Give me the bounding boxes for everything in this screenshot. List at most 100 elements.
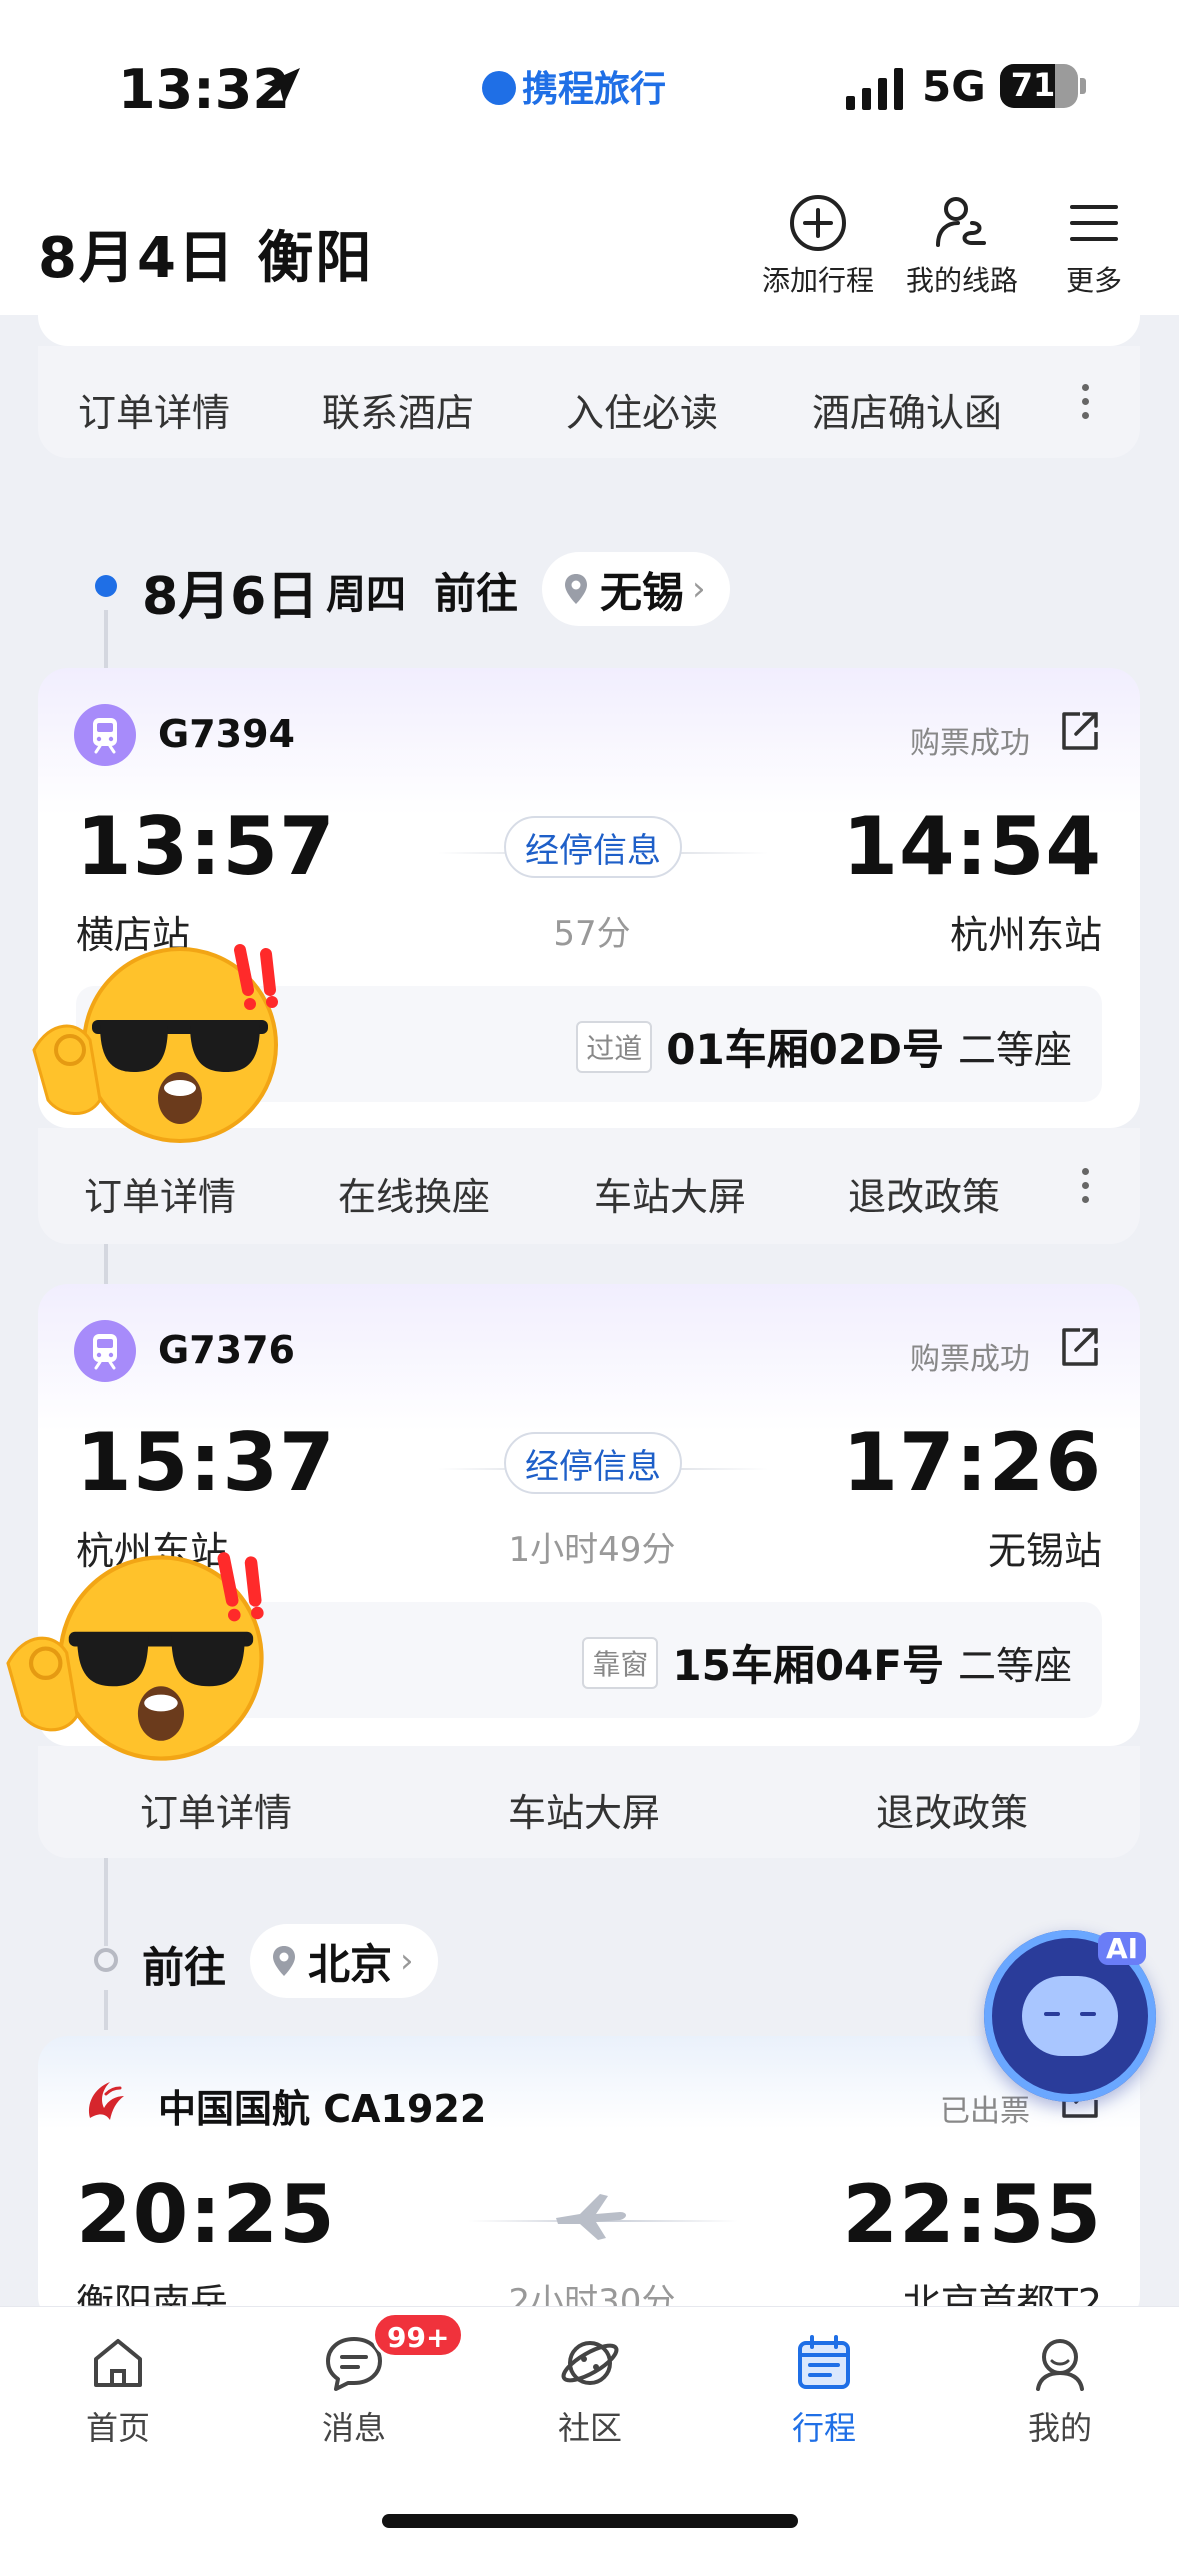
station-screen[interactable]: 车站大屏 — [594, 1166, 746, 1221]
tab-label: 社区 — [557, 2409, 622, 2447]
arrival-station: 无锡站 — [987, 1529, 1102, 1573]
network-type: 5G — [922, 62, 986, 111]
destination-pill-wuxi[interactable]: 无锡 › — [542, 552, 730, 626]
timeline-line — [104, 610, 108, 670]
brand-name: 携程旅行 — [522, 69, 667, 110]
hotel-actions-bar: 订单详情 联系酒店 入住必读 酒店确认函 — [38, 346, 1140, 458]
hotel-card-bottom — [38, 300, 1140, 346]
ticket-status: 购票成功 — [910, 1342, 1030, 1377]
share-icon[interactable] — [1056, 1324, 1102, 1370]
refund-policy[interactable]: 退改政策 — [876, 1782, 1028, 1837]
airplane-icon — [556, 2194, 626, 2240]
add-trip-button[interactable]: 添加行程 — [748, 193, 888, 299]
location-pin-icon — [273, 1946, 295, 1976]
battery-cap — [1080, 78, 1086, 94]
my-routes-button[interactable]: 我的线路 — [892, 193, 1032, 299]
day-goto: 前往 — [434, 569, 519, 618]
timeline-dot-active — [95, 575, 117, 597]
stops-info-button[interactable]: 经停信息 — [504, 816, 682, 878]
location-pin-icon — [565, 574, 587, 604]
tab-home[interactable]: 首页 — [48, 2331, 188, 2449]
train-order-detail[interactable]: 订单详情 — [140, 1782, 292, 1837]
train-number: G7376 — [158, 1328, 295, 1372]
train-number: G7394 — [158, 712, 295, 756]
route-person-icon — [936, 197, 986, 247]
seat-class: 二等座 — [957, 1644, 1072, 1688]
destination-pill-beijing[interactable]: 北京 › — [250, 1924, 438, 1998]
contact-hotel[interactable]: 联系酒店 — [322, 382, 474, 437]
unread-badge: 99+ — [372, 2312, 465, 2358]
share-icon[interactable] — [1056, 708, 1102, 754]
add-trip-label: 添加行程 — [761, 264, 874, 297]
brand-mark-icon — [482, 71, 516, 105]
seat-class: 二等座 — [957, 1028, 1072, 1072]
status-bar: 13:32 携程旅行 5G 71 — [0, 0, 1179, 165]
planet-icon — [561, 2341, 619, 2385]
day-goto: 前往 — [142, 1943, 227, 1992]
departure-time: 20:25 — [76, 2168, 336, 2261]
more-dots-icon[interactable] — [1082, 1168, 1090, 1204]
day-weekday: 周四 — [326, 572, 406, 618]
destination-city: 北京 — [308, 1939, 393, 1989]
refund-policy[interactable]: 退改政策 — [848, 1166, 1000, 1221]
header: 8月4日 衡阳 添加行程 我的线路 更多 — [0, 165, 1179, 315]
battery-level: 71 — [1010, 66, 1056, 104]
change-seat-online[interactable]: 在线换座 — [338, 1166, 490, 1221]
seat-position-tag: 靠窗 — [582, 1636, 659, 1689]
seat-position-tag: 过道 — [576, 1020, 653, 1073]
signal-icon — [846, 68, 903, 110]
arrival-station: 杭州东站 — [949, 913, 1102, 957]
air-china-logo-icon — [88, 2082, 124, 2120]
arrival-time: 17:26 — [842, 1416, 1102, 1509]
ticket-status: 已出票 — [940, 2094, 1030, 2129]
destination-city: 无锡 — [600, 567, 685, 617]
home-indicator — [382, 2514, 798, 2528]
flight-number: 中国国航 CA1922 — [158, 2087, 487, 2131]
hotel-confirmation[interactable]: 酒店确认函 — [812, 382, 1002, 437]
timeline-line — [104, 1856, 108, 1946]
more-label: 更多 — [1065, 264, 1122, 297]
train-order-detail[interactable]: 订单详情 — [84, 1166, 236, 1221]
seat-number: 01车厢02D号 — [666, 1025, 944, 1074]
my-routes-label: 我的线路 — [905, 264, 1018, 297]
seat-number: 15车厢04F号 — [672, 1641, 944, 1690]
arrival-time: 14:54 — [842, 800, 1102, 893]
sunglasses-emoji-sticker — [6, 1552, 264, 1761]
flight-card[interactable]: 中国国航 CA1922 已出票 20:25 22:55 衡阳南岳 北京首都T2 … — [38, 2036, 1140, 2326]
tab-profile[interactable]: 我的 — [990, 2331, 1130, 2449]
more-dots-icon[interactable] — [1082, 384, 1090, 420]
tab-itinerary[interactable]: 行程 — [754, 2331, 894, 2449]
train-icon — [74, 1320, 136, 1382]
hotel-order-detail[interactable]: 订单详情 — [78, 382, 230, 437]
ticket-status: 购票成功 — [910, 726, 1030, 761]
brand-logo: 携程旅行 — [482, 60, 666, 112]
tab-label: 首页 — [85, 2409, 150, 2447]
chevron-right-icon: › — [692, 569, 706, 609]
location-arrow-icon — [264, 68, 300, 104]
more-button[interactable]: 更多 — [1026, 193, 1162, 299]
arrival-time: 22:55 — [842, 2168, 1102, 2261]
tab-community[interactable]: 社区 — [520, 2331, 660, 2449]
battery-icon: 71 — [1000, 64, 1078, 108]
timeline-line — [104, 1240, 108, 1286]
day-date: 8月6日 — [142, 567, 319, 627]
checkin-notice[interactable]: 入住必读 — [566, 382, 718, 437]
timeline-line — [104, 1990, 108, 2030]
tab-label: 我的 — [1027, 2409, 1092, 2447]
robot-eyes-icon — [1044, 2012, 1096, 2016]
sunglasses-emoji-sticker — [32, 944, 278, 1143]
calendar-icon — [798, 2335, 850, 2389]
timeline-dot — [94, 1948, 118, 1972]
duration: 1小时49分 — [508, 1530, 676, 1570]
screen: 13:32 携程旅行 5G 71 8月4日 衡阳 添加行程 我的线路 更多 订单… — [0, 0, 1179, 2556]
home-icon — [94, 2339, 142, 2387]
departure-time: 15:37 — [76, 1416, 336, 1509]
station-screen[interactable]: 车站大屏 — [508, 1782, 660, 1837]
chevron-right-icon: › — [400, 1941, 414, 1981]
departure-time: 13:57 — [76, 800, 336, 893]
duration: 57分 — [553, 914, 631, 954]
tab-label: 消息 — [321, 2409, 386, 2447]
train-icon — [74, 704, 136, 766]
stops-info-button[interactable]: 经停信息 — [504, 1432, 682, 1494]
add-circle-icon — [790, 195, 846, 251]
